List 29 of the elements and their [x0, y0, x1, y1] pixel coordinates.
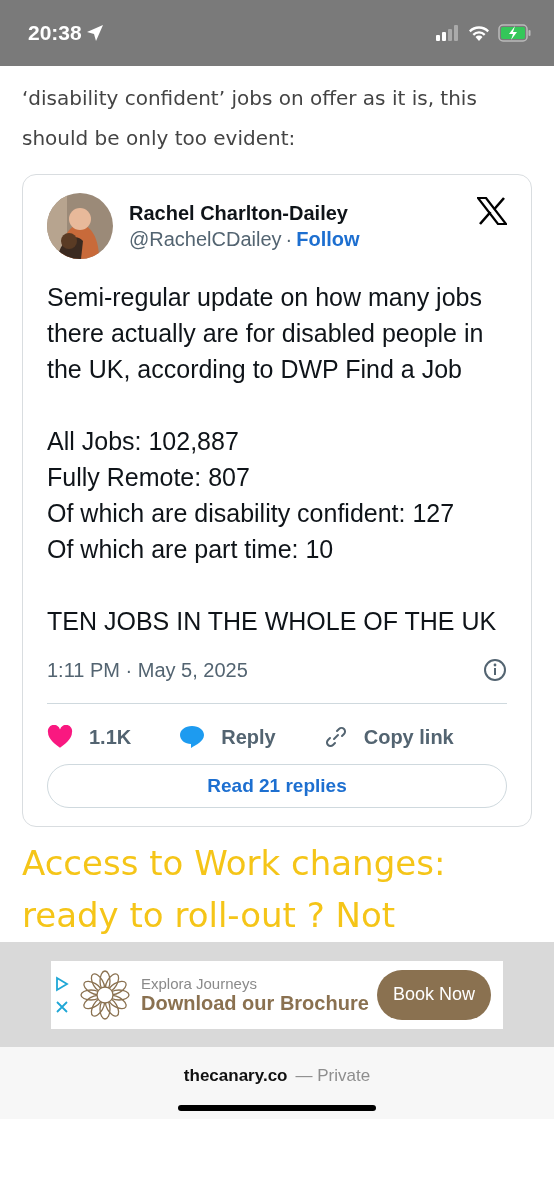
ad-choices-icon[interactable]: [55, 975, 69, 992]
battery-charging-icon: [498, 24, 532, 42]
signal-icon: [436, 25, 460, 41]
speech-bubble-icon: [179, 725, 206, 749]
like-button[interactable]: 1.1K: [47, 722, 132, 752]
author-handle: @RachelCDailey: [129, 227, 282, 252]
article-paragraph: ‘disability confident’ jobs on offer as it is, this should be only too evident:: [21, 85, 478, 152]
read-replies-button[interactable]: Read 21 replies: [47, 764, 507, 808]
author-name: Rachel Charlton-Dailey: [129, 201, 349, 226]
separator-dot: ·: [285, 227, 293, 252]
clock: 20:38: [28, 21, 82, 45]
private-mode-label: — Private: [295, 1065, 371, 1087]
info-icon[interactable]: [483, 658, 507, 682]
section-heading: Access to Work changes: ready to roll-out ? Not: [21, 842, 447, 937]
follow-link[interactable]: Follow: [296, 226, 360, 252]
heart-icon: [47, 725, 73, 749]
book-now-button[interactable]: Book Now: [377, 969, 491, 1020]
reply-button[interactable]: Reply: [179, 722, 276, 752]
post-text: Semi-regular update on how many jobs there actually are for disabled people in the UK, according to DWP Find a Job All Jobs: 102,887 Fully Remote: 807 Of which are disability confident: 127 Of which are part time: 10 TEN JOBS IN THE WHOLE OF THE UK: [47, 282, 497, 637]
page-domain[interactable]: thecanary.co: [183, 1063, 288, 1089]
location-arrow-icon: [85, 24, 104, 42]
copy-link-button[interactable]: Copy link: [323, 722, 454, 752]
ad-headline: Download our Brochure: [141, 991, 369, 1015]
advertiser-name: Explora Journeys: [141, 974, 258, 992]
link-icon: [323, 725, 348, 749]
close-icon[interactable]: [55, 999, 69, 1014]
x-logo-icon: [477, 197, 507, 225]
wifi-icon: [468, 25, 490, 41]
post-timestamp: 1:11 PM · May 5, 2025: [47, 658, 248, 683]
